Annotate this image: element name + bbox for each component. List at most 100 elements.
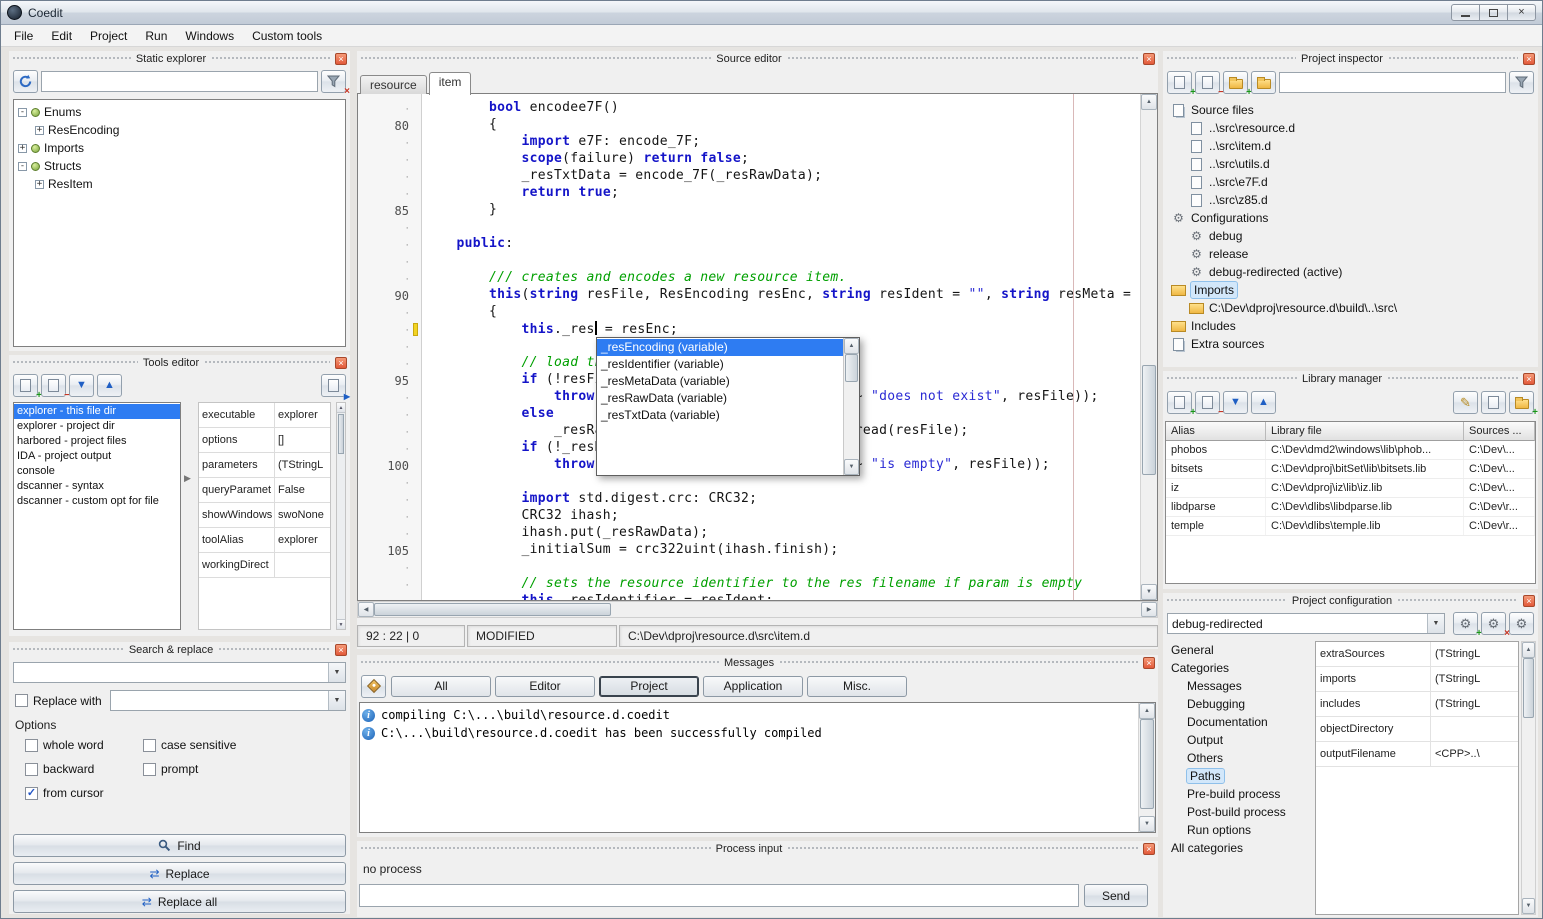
close-panel-icon[interactable]: × [1143,657,1155,669]
checkbox-box[interactable] [15,694,28,707]
message-row[interactable]: iC:\...\build\resource.d.coedit has been… [362,724,1136,742]
open-library-file-button[interactable] [1481,391,1506,414]
config-property-value[interactable]: (TStringL [1431,692,1518,716]
scroll-up-icon[interactable]: ▲ [1139,703,1155,719]
scroll-down-icon[interactable]: ▼ [1141,584,1157,600]
close-panel-icon[interactable]: × [1523,53,1535,65]
scrollbar-track[interactable] [844,354,859,459]
dock-handle[interactable] [12,647,124,652]
completion-item[interactable]: _resIdentifier (variable) [597,356,843,373]
inspector-item-src-e7f-d[interactable]: ..\src\e7F.d [1165,173,1536,191]
property-value[interactable]: swoNone [275,503,330,527]
scroll-up-icon[interactable]: ▲ [844,338,859,354]
dock-handle[interactable] [1387,376,1518,381]
inspector-item-source-files[interactable]: Source files [1165,101,1536,119]
edit-library-button[interactable]: ✎ [1453,391,1478,414]
close-panel-icon[interactable]: × [335,357,347,369]
config-category-post-build-process[interactable]: Post-build process [1165,803,1315,821]
messages-filter-editor[interactable]: Editor [495,676,595,697]
menu-item-file[interactable]: File [5,26,42,46]
dock-handle[interactable] [360,660,719,665]
library-column-header[interactable]: Sources ... [1464,422,1535,441]
tools-splitter-arrow[interactable]: ▶ [184,473,191,484]
inspector-item-debug-redirected-active[interactable]: ⚙debug-redirected (active) [1165,263,1536,281]
scroll-down-icon[interactable]: ▼ [337,619,345,629]
inspector-item-extra-sources[interactable]: Extra sources [1165,335,1536,353]
process-input-field[interactable] [359,884,1079,907]
scroll-up-icon[interactable]: ▲ [1141,94,1157,110]
scroll-down-icon[interactable]: ▼ [1139,816,1155,832]
add-library-folder-button[interactable]: + [1509,391,1534,414]
library-row[interactable]: templeC:\Dev\dlibs\temple.libC:\Dev\r... [1166,517,1535,536]
add-library-button[interactable]: + [1167,391,1192,414]
config-category-others[interactable]: Others [1165,749,1315,767]
checkbox-box[interactable] [143,739,156,752]
config-category-pre-build-process[interactable]: Pre-build process [1165,785,1315,803]
messages-filter-misc[interactable]: Misc. [807,676,907,697]
minimize-button[interactable] [1451,4,1480,21]
add-source-button[interactable]: + [1167,71,1192,94]
library-column-header[interactable]: Library file [1266,422,1464,441]
configuration-scrollbar[interactable]: ▲ ▼ [1521,641,1536,915]
tool-list-item[interactable]: explorer - project dir [14,419,180,434]
scroll-down-icon[interactable]: ▼ [844,459,859,475]
dock-handle[interactable] [1166,598,1287,603]
inspector-filter-input[interactable] [1279,72,1506,93]
menu-item-edit[interactable]: Edit [42,26,81,46]
editor-horizontal-scrollbar[interactable]: ◀ ▶ [357,601,1158,618]
replace-with-checkbox[interactable]: Replace with [15,694,102,708]
scrollbar-thumb[interactable] [1523,658,1534,718]
configuration-selector[interactable]: debug-redirected ▼ [1167,613,1445,634]
completion-item[interactable]: _resTxtData (variable) [597,407,843,424]
dock-handle[interactable] [1388,56,1518,61]
scrollbar-track[interactable] [1139,719,1155,816]
expand-icon[interactable]: + [35,180,44,189]
inspector-item-release[interactable]: ⚙release [1165,245,1536,263]
replace-term-combobox[interactable]: ▼ [110,690,346,711]
completion-scrollbar[interactable]: ▲ ▼ [843,338,859,475]
editor-tab-item[interactable]: item [429,72,472,95]
dock-handle[interactable] [779,660,1138,665]
library-row[interactable]: phobosC:\Dev\dmd2\windows\lib\phob...C:\… [1166,441,1535,460]
config-property-value[interactable]: (TStringL [1431,667,1518,691]
dock-handle[interactable] [12,360,138,365]
checkbox-from-cursor[interactable]: ✓from cursor [25,786,143,800]
messages-filter-application[interactable]: Application [703,676,803,697]
inspector-item-includes[interactable]: Includes [1165,317,1536,335]
library-column-header[interactable]: Alias [1166,422,1266,441]
checkbox-box[interactable] [143,763,156,776]
messages-filter-project[interactable]: Project [599,676,699,697]
completion-item[interactable]: _resRawData (variable) [597,390,843,407]
scrollbar-thumb[interactable] [374,603,611,616]
config-category-debugging[interactable]: Debugging [1165,695,1315,713]
scrollbar-track[interactable] [374,602,1141,617]
inspector-item-imports[interactable]: Imports [1165,281,1536,299]
config-category-output[interactable]: Output [1165,731,1315,749]
move-tool-down-button[interactable]: ▼ [69,374,94,397]
menu-item-run[interactable]: Run [136,26,176,46]
chevron-down-icon[interactable]: ▼ [328,691,345,710]
config-category-messages[interactable]: Messages [1165,677,1315,695]
execute-tool-button[interactable]: ▶ [321,374,346,397]
tool-list-item[interactable]: harbored - project files [14,434,180,449]
scroll-left-icon[interactable]: ◀ [358,602,374,617]
expand-icon[interactable]: + [18,144,27,153]
tree-item-imports[interactable]: +Imports [14,139,345,157]
dock-handle[interactable] [218,647,330,652]
inspector-item-src-item-d[interactable]: ..\src\item.d [1165,137,1536,155]
checkbox-box[interactable] [25,739,38,752]
symbol-filter-input[interactable] [41,71,318,92]
tool-list-item[interactable]: dscanner - custom opt for file [14,494,180,509]
menu-item-windows[interactable]: Windows [176,26,243,46]
remove-source-button[interactable]: − [1195,71,1220,94]
config-category-paths[interactable]: Paths [1165,767,1315,785]
scroll-right-icon[interactable]: ▶ [1141,602,1157,617]
tool-list-item[interactable]: dscanner - syntax [14,479,180,494]
inspector-item-c-dev-dproj-resource-d-build-s[interactable]: C:\Dev\dproj\resource.d\build\..\src\ [1165,299,1536,317]
inspector-item-src-z85-d[interactable]: ..\src\z85.d [1165,191,1536,209]
tree-item-enums[interactable]: -Enums [14,103,345,121]
scrollbar-track[interactable] [1141,110,1157,584]
move-tool-up-button[interactable]: ▲ [97,374,122,397]
replace-all-button[interactable]: ⇄ Replace all [13,890,346,913]
config-property-value[interactable]: (TStringL [1431,642,1518,666]
